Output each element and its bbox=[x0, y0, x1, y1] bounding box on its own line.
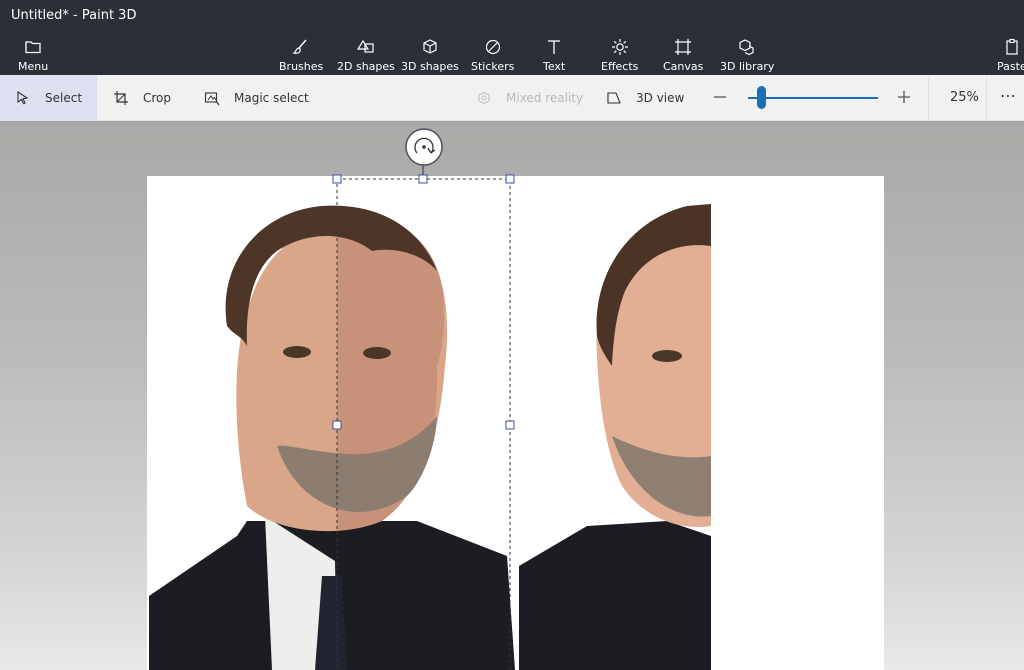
3d-shapes-label: 3D shapes bbox=[401, 60, 459, 73]
right-portrait bbox=[519, 204, 711, 670]
2d-shapes-button[interactable]: 2D shapes bbox=[337, 34, 395, 74]
2d-shapes-label: 2D shapes bbox=[337, 60, 395, 73]
text-icon bbox=[548, 40, 561, 54]
divider bbox=[986, 76, 987, 120]
crop-label: Crop bbox=[143, 90, 172, 105]
sun-icon bbox=[611, 39, 628, 55]
stickers-button[interactable]: Stickers bbox=[471, 34, 514, 74]
magic-select-button[interactable]: Magic select bbox=[204, 75, 309, 120]
3d-library-button[interactable]: 3D library bbox=[720, 34, 774, 74]
select-button[interactable]: Select bbox=[0, 75, 97, 120]
canvas-image bbox=[149, 204, 711, 670]
brushes-button[interactable]: Brushes bbox=[279, 34, 323, 74]
folder-icon bbox=[25, 41, 41, 54]
crop-button[interactable]: Crop bbox=[113, 75, 171, 120]
brush-icon bbox=[292, 39, 307, 54]
title-bar: Untitled* - Paint 3D bbox=[0, 0, 1024, 32]
3d-view-label: 3D view bbox=[636, 90, 685, 105]
canvas-icon bbox=[675, 39, 692, 55]
zoom-slider-track[interactable] bbox=[748, 97, 878, 99]
select-label: Select bbox=[45, 90, 83, 105]
canvas[interactable] bbox=[147, 176, 884, 670]
magic-select-label: Magic select bbox=[234, 90, 309, 105]
mixed-reality-button[interactable]: Mixed reality bbox=[476, 75, 583, 120]
zoom-slider-thumb[interactable] bbox=[756, 86, 766, 109]
3d-shapes-button[interactable]: 3D shapes bbox=[401, 34, 459, 74]
effects-button[interactable]: Effects bbox=[601, 34, 638, 74]
divider bbox=[928, 76, 929, 120]
brushes-label: Brushes bbox=[279, 60, 324, 73]
text-label: Text bbox=[543, 60, 566, 73]
main-toolbar: Menu Brushes 2D shapes 3D shapes Sticker… bbox=[0, 32, 1024, 75]
clipboard-icon bbox=[1006, 38, 1018, 55]
menu-button[interactable]: Menu bbox=[18, 34, 48, 74]
2d-shapes-icon bbox=[356, 39, 374, 53]
menu-label: Menu bbox=[18, 60, 49, 73]
canvas-label: Canvas bbox=[663, 60, 704, 73]
3d-library-label: 3D library bbox=[720, 60, 775, 73]
zoom-out-icon[interactable] bbox=[712, 89, 728, 105]
left-portrait bbox=[149, 205, 515, 670]
canvas-button[interactable]: Canvas bbox=[663, 34, 703, 74]
mixed-reality-icon bbox=[478, 91, 490, 104]
cursor-icon bbox=[17, 90, 29, 104]
mixed-reality-label: Mixed reality bbox=[506, 90, 584, 105]
paste-label: Paste bbox=[997, 60, 1024, 73]
cube-icon bbox=[423, 39, 437, 54]
paste-button[interactable]: Paste bbox=[997, 34, 1024, 74]
zoom-level[interactable]: 25% bbox=[950, 90, 979, 105]
text-button[interactable]: Text bbox=[543, 34, 565, 74]
3d-view-button[interactable]: 3D view bbox=[606, 75, 684, 120]
sticker-icon bbox=[485, 39, 500, 55]
3d-view-icon bbox=[607, 91, 621, 104]
magic-select-icon bbox=[204, 91, 220, 105]
3d-library-icon bbox=[739, 39, 754, 56]
more-options-button[interactable]: ⋯ bbox=[1000, 86, 1017, 105]
window-title: Untitled* - Paint 3D bbox=[11, 8, 137, 23]
effects-label: Effects bbox=[601, 60, 639, 73]
zoom-in-icon[interactable] bbox=[896, 89, 912, 105]
crop-icon bbox=[114, 90, 128, 105]
stickers-label: Stickers bbox=[471, 60, 515, 73]
